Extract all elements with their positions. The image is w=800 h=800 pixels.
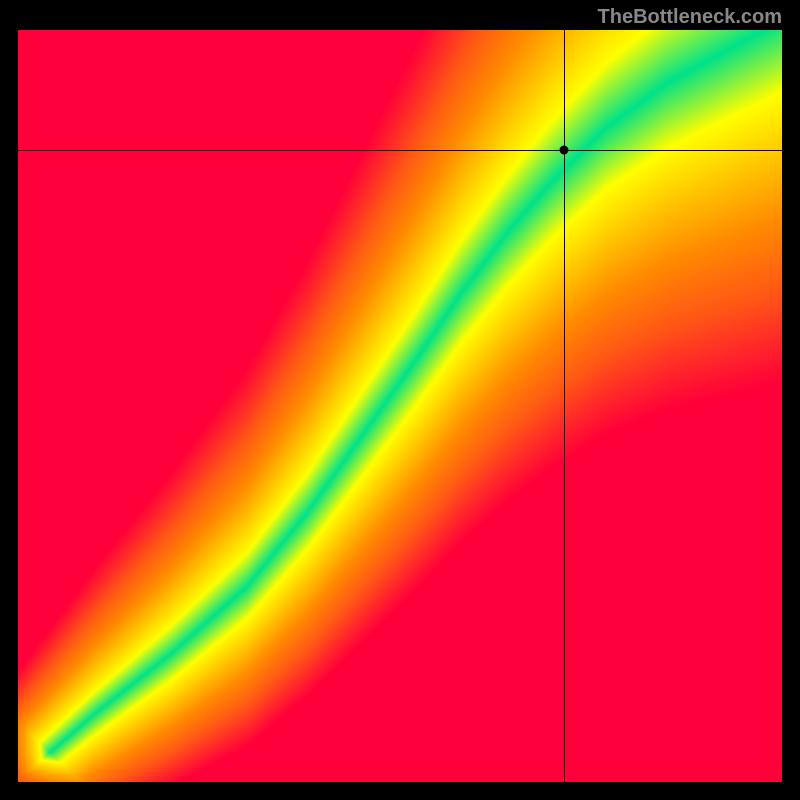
chart-container: TheBottleneck.com [0,0,800,800]
plot-area [18,30,782,782]
bottleneck-heatmap [18,30,782,782]
crosshair-vertical [564,30,566,782]
watermark-text: TheBottleneck.com [598,6,782,29]
selected-point-marker [560,146,569,155]
crosshair-horizontal [18,150,782,152]
